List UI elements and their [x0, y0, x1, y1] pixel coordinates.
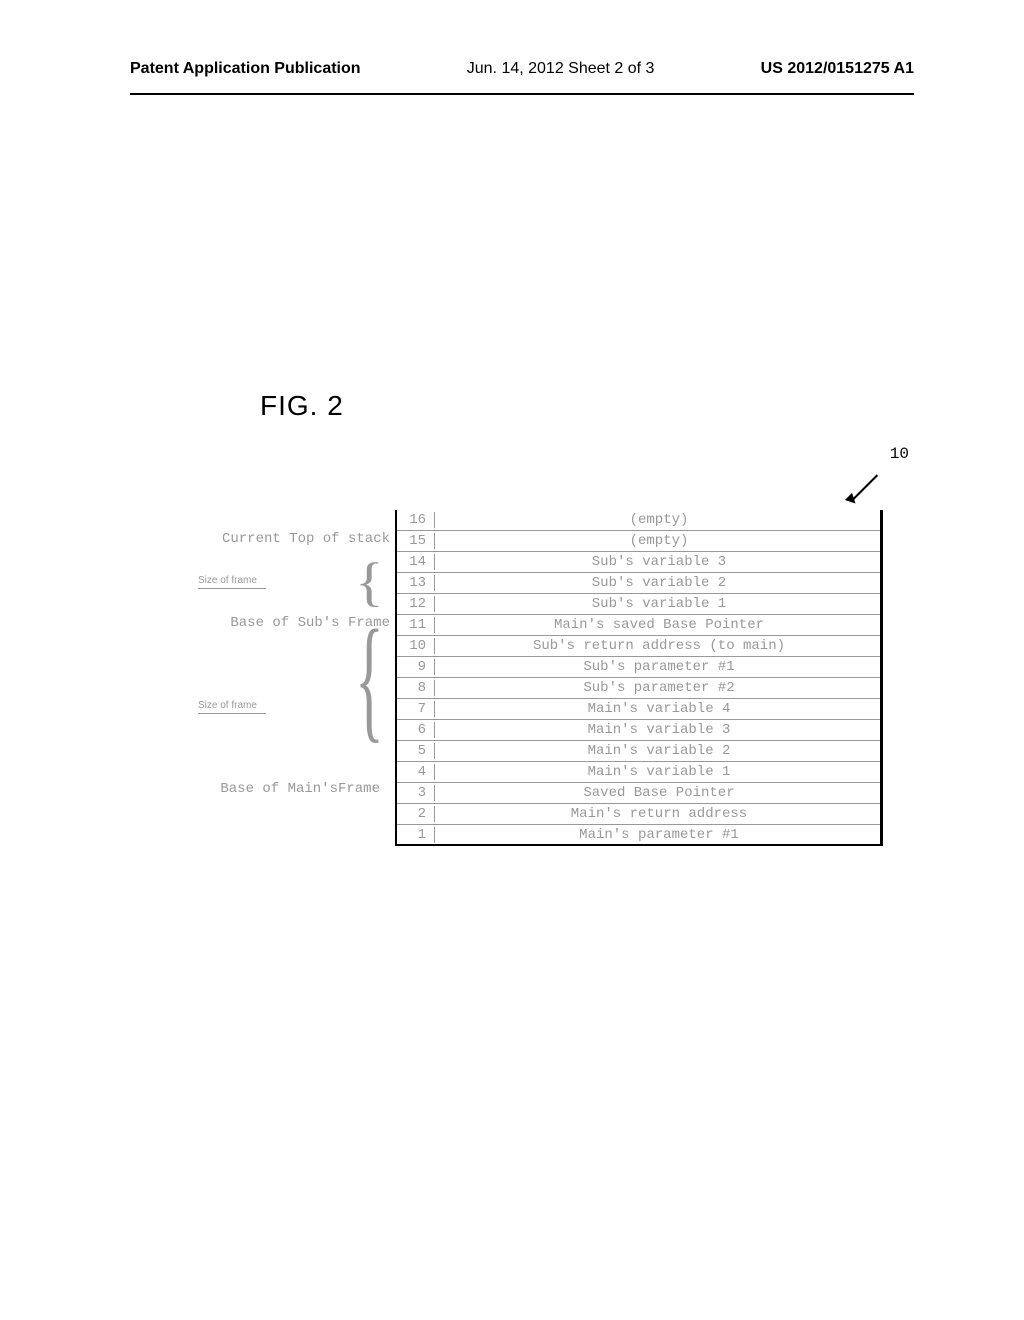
- table-row: 2 Main's return address: [395, 804, 883, 825]
- table-row: 14 Sub's variable 3: [395, 552, 883, 573]
- desc-cell: Main's variable 3: [435, 722, 883, 738]
- desc-cell: Sub's variable 3: [435, 554, 883, 570]
- desc-cell: Sub's parameter #2: [435, 680, 883, 696]
- addr-cell: 14: [395, 554, 435, 570]
- addr-cell: 16: [395, 512, 435, 528]
- header-divider: [130, 93, 914, 95]
- table-row: 3 Saved Base Pointer: [395, 783, 883, 804]
- desc-cell: Main's return address: [435, 806, 883, 822]
- addr-cell: 4: [395, 764, 435, 780]
- addr-cell: 11: [395, 617, 435, 633]
- stack-table: 16 (empty) 15 (empty) 14 Sub's variable …: [395, 510, 883, 846]
- table-row: 15 (empty): [395, 531, 883, 552]
- desc-cell: Saved Base Pointer: [435, 785, 883, 801]
- label-size-frame-2: Size of frame: [198, 700, 257, 711]
- table-row: 13 Sub's variable 2: [395, 573, 883, 594]
- addr-cell: 8: [395, 680, 435, 696]
- reference-arrow-icon: [844, 470, 884, 510]
- desc-cell: Main's variable 4: [435, 701, 883, 717]
- addr-cell: 5: [395, 743, 435, 759]
- reference-number: 10: [890, 445, 909, 463]
- table-row: 11 Main's saved Base Pointer: [395, 615, 883, 636]
- underline-1: [198, 588, 266, 589]
- desc-cell: (empty): [435, 533, 883, 549]
- table-row: 1 Main's parameter #1: [395, 825, 883, 846]
- desc-cell: Main's variable 1: [435, 764, 883, 780]
- desc-cell: Main's saved Base Pointer: [435, 617, 883, 633]
- table-row: 7 Main's variable 4: [395, 699, 883, 720]
- table-right-border: [880, 510, 883, 846]
- addr-cell: 7: [395, 701, 435, 717]
- table-row: 5 Main's variable 2: [395, 741, 883, 762]
- table-row: 9 Sub's parameter #1: [395, 657, 883, 678]
- addr-cell: 10: [395, 638, 435, 654]
- table-row: 6 Main's variable 3: [395, 720, 883, 741]
- table-row: 4 Main's variable 1: [395, 762, 883, 783]
- desc-cell: Main's variable 2: [435, 743, 883, 759]
- addr-cell: 2: [395, 806, 435, 822]
- page-header: Patent Application Publication Jun. 14, …: [0, 0, 1024, 88]
- underline-2: [198, 713, 266, 714]
- addr-cell: 12: [395, 596, 435, 612]
- header-publication: Patent Application Publication: [130, 60, 361, 78]
- header-patent-number: US 2012/0151275 A1: [761, 60, 914, 78]
- addr-cell: 3: [395, 785, 435, 801]
- table-row: 8 Sub's parameter #2: [395, 678, 883, 699]
- desc-cell: Sub's return address (to main): [435, 638, 883, 654]
- addr-cell: 6: [395, 722, 435, 738]
- desc-cell: Sub's parameter #1: [435, 659, 883, 675]
- addr-cell: 9: [395, 659, 435, 675]
- label-base-main: Base of Main'sFrame: [155, 781, 380, 797]
- brace-icon-2: {: [355, 600, 384, 759]
- header-date-sheet: Jun. 14, 2012 Sheet 2 of 3: [467, 60, 655, 78]
- addr-cell: 1: [395, 827, 435, 843]
- table-row: 12 Sub's variable 1: [395, 594, 883, 615]
- desc-cell: Sub's variable 2: [435, 575, 883, 591]
- label-size-frame-1: Size of frame: [198, 575, 257, 586]
- table-left-border: [395, 510, 397, 846]
- table-row: 10 Sub's return address (to main): [395, 636, 883, 657]
- desc-cell: Sub's variable 1: [435, 596, 883, 612]
- label-top-of-stack: Current Top of stack: [165, 531, 390, 547]
- addr-cell: 15: [395, 533, 435, 549]
- addr-cell: 13: [395, 575, 435, 591]
- desc-cell: Main's parameter #1: [435, 827, 883, 843]
- desc-cell: (empty): [435, 512, 883, 528]
- table-row: 16 (empty): [395, 510, 883, 531]
- figure-label: FIG. 2: [260, 390, 344, 422]
